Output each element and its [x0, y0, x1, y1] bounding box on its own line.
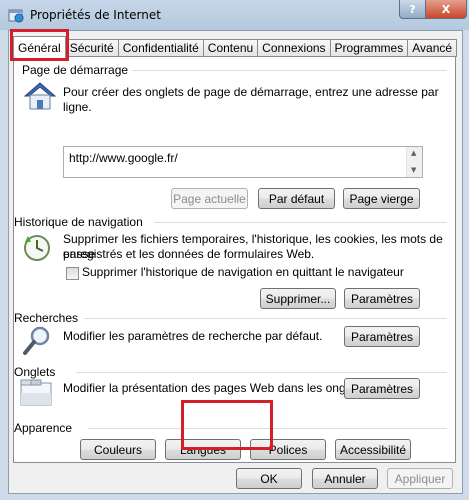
appearance-section-title: Apparence [14, 421, 73, 435]
dialog-client-area: Général Sécurité Confidentialité Contenu… [8, 29, 463, 494]
tab-connections[interactable]: Connexions [257, 39, 331, 57]
close-button[interactable]: X [425, 0, 467, 19]
scroll-up-arrow-icon[interactable]: ▲ [411, 149, 416, 157]
scroll-down-arrow-icon[interactable]: ▼ [411, 166, 416, 174]
tab-security[interactable]: Sécurité [64, 39, 119, 57]
delete-history-on-exit-checkbox[interactable] [66, 267, 79, 280]
startup-section-title: Page de démarrage [22, 63, 129, 77]
title-bar: Propriétés de Internet ? X [0, 0, 469, 30]
magnifier-icon [23, 326, 50, 355]
search-settings-button[interactable]: Paramètres [344, 326, 420, 347]
tab-programs[interactable]: Programmes [329, 39, 409, 57]
section-divider [132, 70, 447, 71]
cancel-button[interactable]: Annuler [312, 468, 378, 489]
fonts-button[interactable]: Polices [250, 439, 326, 460]
home-icon [24, 82, 56, 110]
apply-button[interactable]: Appliquer [387, 468, 453, 489]
tab-content[interactable]: Contenu [202, 39, 259, 57]
section-divider [76, 372, 447, 373]
colors-button[interactable]: Couleurs [80, 439, 156, 460]
tab-strip: Général Sécurité Confidentialité Contenu… [13, 36, 458, 58]
window-title: Propriétés de Internet [30, 8, 161, 22]
delete-history-on-exit-label[interactable]: Supprimer l'historique de navigation en … [82, 265, 404, 280]
history-clock-icon [24, 235, 50, 261]
accessibility-button[interactable]: Accessibilité [335, 439, 411, 460]
history-description-line2: enregistrés et les données de formulaire… [63, 247, 315, 261]
default-page-button[interactable]: Par défaut [258, 188, 335, 209]
startup-description: Pour créer des onglets de page de démarr… [63, 85, 439, 114]
home-page-textarea[interactable]: http://www.google.fr/ ▲ ▼ [63, 146, 423, 178]
tabs-section-title: Onglets [14, 365, 56, 379]
history-section-title: Historique de navigation [14, 215, 143, 229]
tabs-settings-button[interactable]: Paramètres [344, 378, 420, 399]
tabs-window-icon [20, 379, 52, 406]
section-divider [84, 318, 447, 319]
tab-advanced[interactable]: Avancé [407, 39, 458, 57]
delete-history-button[interactable]: Supprimer... [260, 288, 336, 309]
tab-privacy[interactable]: Confidentialité [117, 39, 204, 57]
history-settings-button[interactable]: Paramètres [344, 288, 420, 309]
search-description: Modifier les paramètres de recherche par… [63, 329, 323, 343]
close-icon: X [441, 2, 451, 16]
languages-button[interactable]: Langues [165, 439, 241, 460]
textarea-scrollbar[interactable]: ▲ ▼ [406, 147, 422, 177]
blank-page-button[interactable]: Page vierge [343, 188, 420, 209]
search-section-title: Recherches [14, 311, 79, 325]
general-tab-panel: Page de démarrage Pour créer des onglets… [13, 56, 456, 463]
section-divider [88, 428, 447, 429]
help-button[interactable]: ? [399, 0, 426, 19]
tabs-description: Modifier la présentation des pages Web d… [63, 381, 368, 395]
help-icon: ? [409, 2, 416, 16]
home-page-url: http://www.google.fr/ [69, 151, 178, 165]
ok-button[interactable]: OK [236, 468, 302, 489]
internet-options-icon [8, 9, 24, 23]
tab-general[interactable]: Général [13, 36, 66, 58]
section-divider [154, 222, 447, 223]
current-page-button[interactable]: Page actuelle [171, 188, 248, 209]
